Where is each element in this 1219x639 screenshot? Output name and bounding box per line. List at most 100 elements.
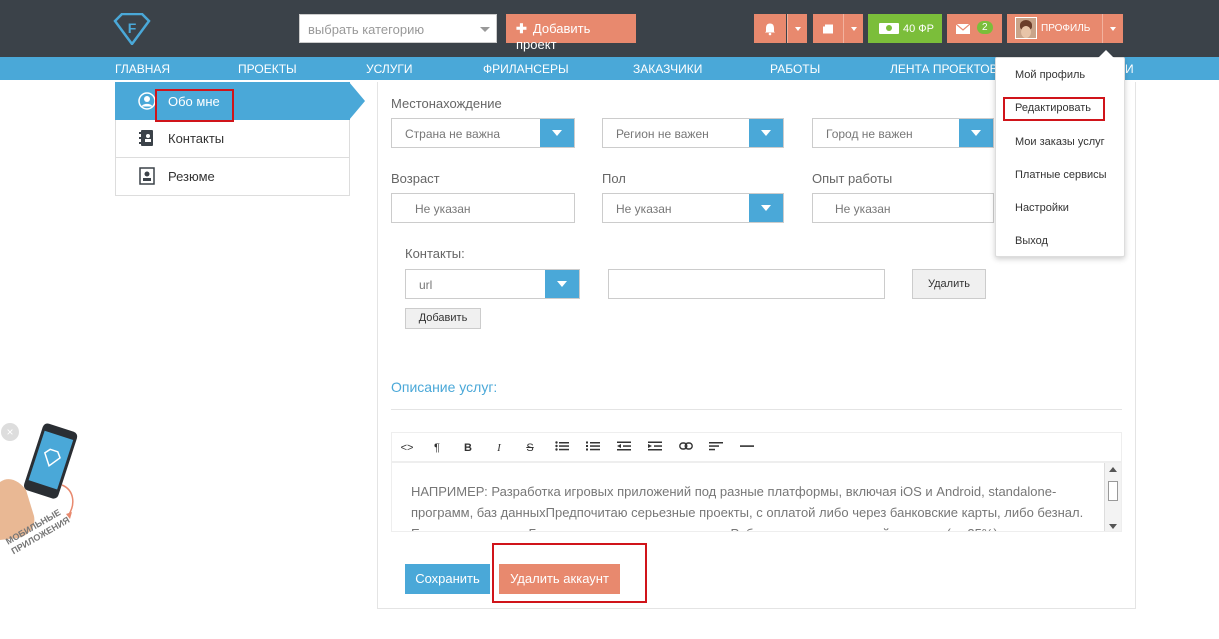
bold-icon[interactable]: B <box>459 439 477 457</box>
horizontal-rule-icon[interactable] <box>738 439 756 457</box>
add-contact-button[interactable]: Добавить <box>405 308 481 329</box>
messages-button[interactable]: 2 <box>947 14 1002 43</box>
avatar <box>1015 17 1037 39</box>
nav-works[interactable]: РАБОТЫ <box>770 62 820 76</box>
annotation-highlight-box <box>1003 97 1105 121</box>
contact-value-input[interactable] <box>608 269 885 299</box>
outdent-icon[interactable] <box>615 439 633 457</box>
region-select[interactable]: Регион не важен <box>602 118 784 148</box>
svg-text:×: × <box>6 425 13 439</box>
paragraph-icon[interactable]: ¶ <box>428 439 446 457</box>
contact-type-select[interactable]: url <box>405 269 580 299</box>
region-value: Регион не важен <box>616 127 709 141</box>
logo-icon[interactable]: F <box>113 13 151 45</box>
add-project-label: Добавить проект <box>516 21 591 52</box>
indent-icon[interactable] <box>646 439 664 457</box>
contacts-label: Контакты: <box>405 246 465 261</box>
experience-label: Опыт работы <box>812 171 893 186</box>
menu-item-settings[interactable]: Настройки <box>1015 202 1069 214</box>
align-left-icon[interactable] <box>707 439 725 457</box>
chevron-down-icon <box>480 27 490 32</box>
age-value: Не указан <box>415 202 471 216</box>
delete-contact-button[interactable]: Удалить <box>912 269 986 299</box>
chevron-down-icon <box>851 27 857 31</box>
profile-menu: Мой профиль Редактировать Мои заказы усл… <box>995 50 1125 257</box>
chevron-down-icon <box>540 119 574 147</box>
profile-label: ПРОФИЛЬ <box>1041 23 1091 34</box>
address-book-icon <box>139 130 153 146</box>
svg-text:F: F <box>128 20 137 36</box>
city-select[interactable]: Город не важен <box>812 118 994 148</box>
scroll-thumb[interactable] <box>1108 481 1118 501</box>
experience-value: Не указан <box>835 202 891 216</box>
services-description-title: Описание услуг: <box>391 379 498 395</box>
save-button[interactable]: Сохранить <box>405 564 490 594</box>
nav-customers[interactable]: ЗАКАЗЧИКИ <box>633 62 702 76</box>
strikethrough-icon[interactable]: S <box>521 439 539 457</box>
bell-icon <box>765 23 775 35</box>
gender-value: Не указан <box>616 202 672 216</box>
city-value: Город не важен <box>826 127 913 141</box>
nav-freelancers[interactable]: ФРИЛАНСЕРЫ <box>483 62 569 76</box>
notifications-dropdown-button[interactable] <box>787 14 807 43</box>
nav-projects[interactable]: ПРОЕКТЫ <box>238 62 297 76</box>
menu-item-logout[interactable]: Выход <box>1015 235 1048 247</box>
envelope-icon <box>956 24 970 34</box>
age-input[interactable]: Не указан <box>391 193 575 223</box>
sidebar-item-label: Контакты <box>168 131 225 146</box>
services-description-editor[interactable]: НАПРИМЕР: Разработка игровых приложений … <box>391 462 1122 532</box>
nav-project-feed[interactable]: ЛЕНТА ПРОЕКТОВ <box>890 62 998 76</box>
sidebar-item-contacts[interactable]: Контакты <box>115 120 350 158</box>
unordered-list-icon[interactable] <box>553 439 571 457</box>
scroll-down-icon[interactable] <box>1109 524 1117 529</box>
country-select[interactable]: Страна не важна <box>391 118 575 148</box>
add-project-button[interactable]: ✚ Добавить проект <box>506 14 636 52</box>
profile-dropdown-button[interactable] <box>1102 14 1123 43</box>
nav-services[interactable]: УСЛУГИ <box>366 62 413 76</box>
balance-value: 40 ФР <box>903 23 934 35</box>
menu-item-paid-services[interactable]: Платные сервисы <box>1015 169 1107 181</box>
chevron-down-icon <box>749 194 783 222</box>
annotation-highlight-box <box>155 89 234 122</box>
experience-input[interactable]: Не указан <box>812 193 994 223</box>
ordered-list-icon[interactable] <box>584 439 602 457</box>
category-select[interactable]: выбрать категорию <box>299 14 497 43</box>
notifications-button[interactable] <box>754 14 786 43</box>
plus-icon: ✚ <box>516 21 527 36</box>
chevron-down-icon <box>545 270 579 298</box>
chevron-down-icon <box>959 119 993 147</box>
services-description-text: НАПРИМЕР: Разработка игровых приложений … <box>411 484 1084 531</box>
code-view-icon[interactable]: <> <box>398 439 416 457</box>
mobile-apps-promo[interactable]: × МОБИЛЬНЫЕ ПРИЛОЖЕНИЯ <box>0 420 90 580</box>
nav-home[interactable]: ГЛАВНАЯ <box>115 62 170 76</box>
top-bar: F выбрать категорию ✚ Добавить проект 40 … <box>0 0 1219 57</box>
profile-button[interactable]: ПРОФИЛЬ <box>1007 14 1102 43</box>
chevron-down-icon <box>795 27 801 31</box>
menu-item-my-service-orders[interactable]: Мои заказы услуг <box>1015 136 1105 148</box>
resume-icon <box>139 167 155 185</box>
contact-type-value: url <box>419 278 433 292</box>
projects-dropdown-button[interactable] <box>843 14 863 43</box>
projects-button[interactable] <box>813 14 843 43</box>
menu-item-my-profile[interactable]: Мой профиль <box>1015 69 1085 81</box>
money-icon <box>879 23 899 34</box>
chevron-down-icon <box>749 119 783 147</box>
italic-icon[interactable]: I <box>490 439 508 457</box>
folder-icon <box>823 24 833 33</box>
chevron-down-icon <box>1110 27 1116 31</box>
age-label: Возраст <box>391 171 440 186</box>
annotation-highlight-box <box>492 543 647 603</box>
balance-button[interactable]: 40 ФР <box>868 14 942 43</box>
location-label: Местонахождение <box>391 96 502 111</box>
divider <box>391 409 1122 410</box>
editor-scrollbar[interactable] <box>1104 463 1121 531</box>
sidebar-item-resume[interactable]: Резюме <box>115 158 350 196</box>
scroll-up-icon[interactable] <box>1109 467 1117 472</box>
country-value: Страна не важна <box>405 127 501 141</box>
messages-count-badge: 2 <box>977 21 993 34</box>
sidebar-item-label: Резюме <box>168 169 215 184</box>
gender-select[interactable]: Не указан <box>602 193 784 223</box>
editor-toolbar: <> ¶ B I S <box>391 432 1122 462</box>
gender-label: Пол <box>602 171 626 186</box>
link-icon[interactable] <box>677 439 695 457</box>
